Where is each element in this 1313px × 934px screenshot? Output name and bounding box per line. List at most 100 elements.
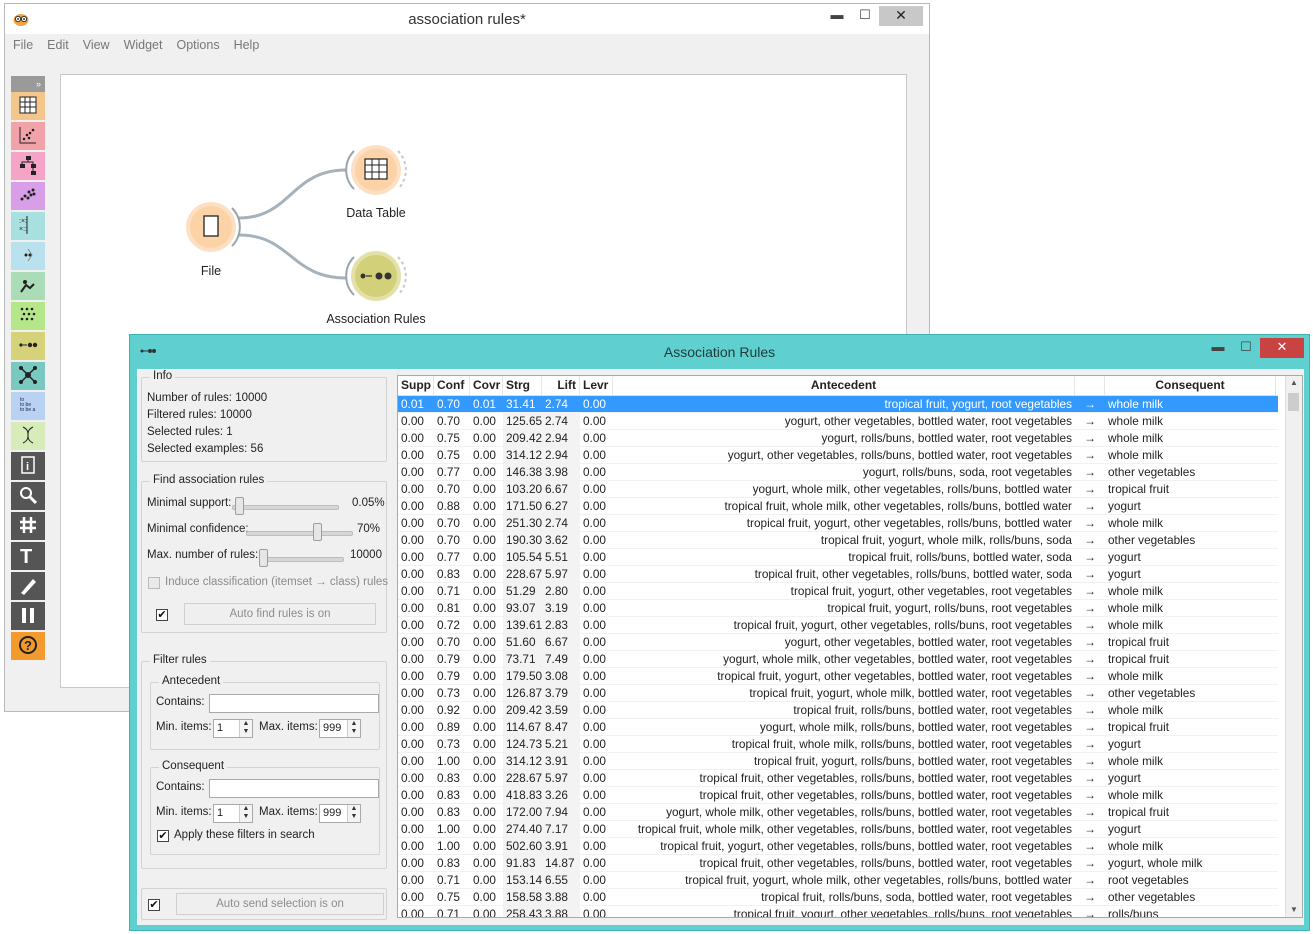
table-row[interactable]: 0.00 0.83 0.00 228.67 5.97 0.00 tropical fruit…	[398, 770, 1278, 787]
tree-tool-button[interactable]	[11, 152, 45, 180]
clustering-tool-button[interactable]	[11, 182, 45, 210]
table-row[interactable]: 0.00 0.71 0.00 258.43 3.88 0.00 tropical fruit…	[398, 906, 1278, 917]
col-supp[interactable]: Supp	[398, 376, 434, 395]
data-table-node[interactable]	[345, 145, 407, 195]
association-rules-tool-button[interactable]	[11, 332, 45, 360]
table-row[interactable]: 0.00 0.75 0.00 209.42 2.94 0.00 yogurt, rolls/…	[398, 430, 1278, 447]
table-row[interactable]: 0.00 0.73 0.00 124.73 5.21 0.00 tropical fruit…	[398, 736, 1278, 753]
close-button[interactable]: ✕	[879, 6, 923, 26]
menu-help[interactable]: Help	[234, 38, 260, 52]
table-row[interactable]: 0.00 0.79 0.00 73.71 7.49 0.00 yogurt, whole m…	[398, 651, 1278, 668]
antecedent-min-items-spinner[interactable]: 1 ▲ ▼	[213, 719, 253, 738]
table-row[interactable]: 0.00 0.75 0.00 314.12 2.94 0.00 yogurt, other …	[398, 447, 1278, 464]
scroll-up-arrow[interactable]: ▲	[1286, 376, 1302, 390]
rules-table[interactable]: Supp Conf Covr Strg Lift Levr Antecedent…	[397, 375, 1303, 918]
antecedent-contains-input[interactable]	[209, 694, 379, 713]
col-arrow[interactable]	[1075, 376, 1105, 395]
menu-view[interactable]: View	[83, 38, 110, 52]
table-row[interactable]: 0.00 0.75 0.00 158.58 3.88 0.00 tropical fruit…	[398, 889, 1278, 906]
ar-maximize-button[interactable]: ☐	[1232, 338, 1260, 358]
min-confidence-slider[interactable]	[246, 531, 353, 536]
auto-find-button[interactable]: Auto find rules is on	[184, 603, 376, 625]
col-consequent[interactable]: Consequent	[1105, 376, 1276, 395]
menu-file[interactable]: File	[13, 38, 33, 52]
spinner-arrows[interactable]: ▲ ▼	[239, 805, 252, 822]
help-tool-button[interactable]: ?	[11, 632, 45, 660]
data-table-tool-button[interactable]	[11, 92, 45, 120]
ar-minimize-button[interactable]: ▬	[1204, 338, 1232, 358]
zoom-tool-button[interactable]	[11, 482, 45, 510]
min-support-handle[interactable]	[235, 497, 244, 515]
table-row[interactable]: 0.00 0.70 0.00 190.30 3.62 0.00 tropical fruit…	[398, 532, 1278, 549]
table-row[interactable]: 0.00 1.00 0.00 274.40 7.17 0.00 tropical fruit…	[398, 821, 1278, 838]
antecedent-max-items-spinner[interactable]: 999 ▲ ▼	[319, 719, 361, 738]
ar-close-button[interactable]: ✕	[1260, 338, 1304, 358]
spinner-arrows[interactable]: ▲ ▼	[347, 720, 360, 737]
min-support-slider[interactable]	[232, 505, 339, 510]
text-tool-button[interactable]: to to be to be a	[11, 392, 45, 420]
table-row[interactable]: 0.01 0.70 0.01 31.41 2.74 0.00 tropical fruit,…	[398, 396, 1278, 413]
scatter-plot-tool-button[interactable]	[11, 122, 45, 150]
maximize-button[interactable]: ☐	[851, 6, 879, 26]
table-row[interactable]: 0.00 0.83 0.00 91.83 14.87 0.00 tropical fruit…	[398, 855, 1278, 872]
table-row[interactable]: 0.00 0.83 0.00 228.67 5.97 0.00 tropical fruit…	[398, 566, 1278, 583]
max-rules-handle[interactable]	[259, 549, 268, 567]
table-row[interactable]: 0.00 0.83 0.00 418.83 3.26 0.00 tropical fruit…	[398, 787, 1278, 804]
association-rules-node[interactable]	[345, 251, 407, 301]
text-annotation-tool-button[interactable]: T	[11, 542, 45, 570]
auto-send-button[interactable]: Auto send selection is on	[176, 893, 384, 915]
table-row[interactable]: 0.00 1.00 0.00 502.60 3.91 0.00 tropical fruit…	[398, 838, 1278, 855]
frequent-itemsets-tool-button[interactable]	[11, 302, 45, 330]
col-conf[interactable]: Conf	[434, 376, 470, 395]
grid-tool-button[interactable]	[11, 512, 45, 540]
apply-filters-checkbox[interactable]: ✔	[157, 830, 169, 842]
table-scrollbar[interactable]: ▲ ▼	[1285, 376, 1302, 917]
min-confidence-handle[interactable]	[313, 523, 322, 541]
file-node[interactable]	[186, 202, 241, 252]
scroll-down-arrow[interactable]: ▼	[1286, 903, 1302, 917]
pause-tool-button[interactable]	[11, 602, 45, 630]
induce-classification-checkbox[interactable]	[148, 577, 160, 589]
table-row[interactable]: 0.00 0.72 0.00 139.61 2.83 0.00 tropical fruit…	[398, 617, 1278, 634]
consequent-contains-input[interactable]	[209, 779, 379, 798]
menu-edit[interactable]: Edit	[47, 38, 69, 52]
minimize-button[interactable]: ▬	[823, 6, 851, 26]
menu-options[interactable]: Options	[176, 38, 219, 52]
table-row[interactable]: 0.00 0.70 0.00 125.65 2.74 0.00 yogurt, other …	[398, 413, 1278, 430]
table-row[interactable]: 0.00 0.70 0.00 251.30 2.74 0.00 tropical fruit…	[398, 515, 1278, 532]
table-row[interactable]: 0.00 0.83 0.00 172.00 7.94 0.00 yogurt, whole …	[398, 804, 1278, 821]
distance-tool-button[interactable]: :×: ×::	[11, 212, 45, 240]
col-covr[interactable]: Covr	[470, 376, 503, 395]
toolbox-collapse-button[interactable]: »	[11, 76, 45, 92]
table-row[interactable]: 0.00 0.92 0.00 209.42 3.59 0.00 tropical fruit…	[398, 702, 1278, 719]
table-row[interactable]: 0.00 0.71 0.00 153.14 6.55 0.00 tropical fruit…	[398, 872, 1278, 889]
col-lift[interactable]: Lift	[542, 376, 580, 395]
auto-find-checkbox[interactable]: ✔	[156, 609, 168, 621]
table-row[interactable]: 0.00 0.79 0.00 179.50 3.08 0.00 tropical fruit…	[398, 668, 1278, 685]
projection-tool-button[interactable]	[11, 242, 45, 270]
table-row[interactable]: 0.00 0.77 0.00 146.38 3.98 0.00 yogurt, rolls/…	[398, 464, 1278, 481]
table-row[interactable]: 0.00 0.71 0.00 51.29 2.80 0.00 tropical fruit,…	[398, 583, 1278, 600]
table-row[interactable]: 0.00 0.81 0.00 93.07 3.19 0.00 tropical fruit,…	[398, 600, 1278, 617]
table-row[interactable]: 0.00 0.73 0.00 126.87 3.79 0.00 tropical fruit…	[398, 685, 1278, 702]
consequent-min-items-spinner[interactable]: 1 ▲ ▼	[213, 804, 253, 823]
auto-send-checkbox[interactable]: ✔	[148, 899, 160, 911]
spinner-arrows[interactable]: ▲ ▼	[347, 805, 360, 822]
table-row[interactable]: 0.00 0.70 0.00 103.20 6.67 0.00 yogurt, whole …	[398, 481, 1278, 498]
text-mining-tool-button[interactable]	[11, 272, 45, 300]
table-row[interactable]: 0.00 0.70 0.00 51.60 6.67 0.00 yogurt, other v…	[398, 634, 1278, 651]
menu-widget[interactable]: Widget	[124, 38, 163, 52]
scroll-thumb[interactable]	[1288, 393, 1299, 411]
table-row[interactable]: 0.00 0.88 0.00 171.50 6.27 0.00 tropical fruit…	[398, 498, 1278, 515]
consequent-max-items-spinner[interactable]: 999 ▲ ▼	[319, 804, 361, 823]
spinner-arrows[interactable]: ▲ ▼	[239, 720, 252, 737]
bioinformatics-tool-button[interactable]	[11, 422, 45, 450]
info-tool-button[interactable]: i	[11, 452, 45, 480]
table-row[interactable]: 0.00 1.00 0.00 314.12 3.91 0.00 tropical fruit…	[398, 753, 1278, 770]
network-tool-button[interactable]	[11, 362, 45, 390]
pen-tool-button[interactable]	[11, 572, 45, 600]
col-antecedent[interactable]: Antecedent	[613, 376, 1075, 395]
table-row[interactable]: 0.00 0.89 0.00 114.67 8.47 0.00 yogurt, whole …	[398, 719, 1278, 736]
col-levr[interactable]: Levr	[580, 376, 613, 395]
max-rules-slider[interactable]	[259, 557, 344, 562]
